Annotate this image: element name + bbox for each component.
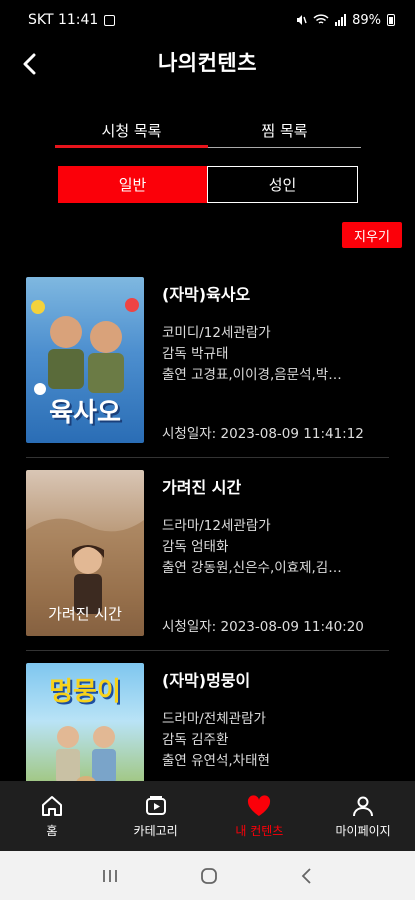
nav-home[interactable]: 홈 [0, 781, 104, 851]
poster-image: 육사오 [26, 277, 144, 443]
header: 나의컨텐츠 [0, 40, 415, 84]
content-tabs: 시청 목록 찜 목록 [55, 114, 361, 148]
segment-general[interactable]: 일반 [58, 166, 207, 203]
heart-icon [248, 794, 271, 816]
nav-label: 홈 [46, 823, 58, 838]
back-nav-icon[interactable] [300, 867, 314, 885]
gallery-notification-icon [104, 14, 116, 26]
list-item[interactable]: 가려진 시간 가려진 시간 드라마/12세관람가 감독 엄태화 출연 강동원,신… [0, 458, 415, 651]
mute-icon [297, 15, 307, 25]
bottom-nav: 홈 카테고리 내 컨텐츠 마이페이지 [0, 781, 415, 851]
recent-apps-icon[interactable] [101, 868, 119, 884]
poster-title-text: 가려진 시간 [48, 605, 122, 623]
home-button-icon[interactable] [200, 867, 218, 885]
nav-my-page[interactable]: 마이페이지 [311, 781, 415, 851]
item-watched-date: 시청일자: 2023-08-09 11:40:20 [162, 619, 364, 635]
item-genre: 드라마/전체관람가 [162, 711, 266, 727]
item-genre: 드라마/12세관람가 [162, 518, 271, 534]
tab-watch-history[interactable]: 시청 목록 [55, 114, 208, 148]
clear-button[interactable]: 지우기 [342, 222, 402, 248]
wifi-icon [313, 14, 329, 24]
item-cast: 출연 고경표,이이경,음문석,박… [162, 367, 342, 383]
nav-category[interactable]: 카테고리 [104, 781, 208, 851]
signal-icon [335, 14, 347, 26]
content-list: 육사오 (자막)육사오 코미디/12세관람가 감독 박규태 출연 고경표,이이경… [0, 265, 415, 781]
segment-adult[interactable]: 성인 [207, 166, 358, 203]
nav-label: 카테고리 [133, 823, 178, 838]
rating-segment: 일반 성인 [58, 166, 358, 203]
item-title: (자막)멍뭉이 [162, 671, 251, 690]
item-cast: 출연 강동원,신은수,이효제,김… [162, 560, 342, 576]
poster-title-text: 육사오 [49, 398, 121, 428]
item-title: (자막)육사오 [162, 285, 251, 304]
item-title: 가려진 시간 [162, 478, 242, 497]
play-icon [145, 795, 166, 815]
battery-icon [387, 14, 395, 26]
chevron-left-icon [23, 53, 36, 75]
nav-label: 마이페이지 [335, 823, 391, 838]
status-bar: SKT 11:41 89% [0, 0, 415, 40]
back-button[interactable] [14, 48, 46, 80]
nav-my-contents[interactable]: 내 컨텐츠 [208, 781, 312, 851]
poster-image: 멍뭉이 [26, 663, 144, 781]
poster-title-text: 멍뭉이 [49, 677, 121, 707]
nav-label: 내 컨텐츠 [235, 823, 284, 838]
system-nav-bar [0, 851, 415, 900]
list-item[interactable]: 육사오 (자막)육사오 코미디/12세관람가 감독 박규태 출연 고경표,이이경… [0, 265, 415, 458]
item-cast: 출연 유연석,차태현 [162, 753, 270, 769]
item-watched-date: 시청일자: 2023-08-09 11:41:12 [162, 426, 364, 442]
person-icon [353, 796, 374, 816]
home-icon [41, 795, 62, 816]
status-time: SKT 11:41 [28, 12, 99, 28]
item-director: 감독 김주환 [162, 732, 229, 748]
battery-percent: 89% [352, 12, 381, 28]
item-director: 감독 엄태화 [162, 539, 229, 555]
poster-image: 가려진 시간 [26, 470, 144, 636]
item-director: 감독 박규태 [162, 346, 229, 362]
page-title: 나의컨텐츠 [157, 51, 258, 75]
tab-wishlist[interactable]: 찜 목록 [208, 114, 361, 147]
item-genre: 코미디/12세관람가 [162, 325, 271, 341]
list-item[interactable]: 멍뭉이 (자막)멍뭉이 드라마/전체관람가 감독 김주환 출연 유연석,차태현 [0, 651, 415, 781]
